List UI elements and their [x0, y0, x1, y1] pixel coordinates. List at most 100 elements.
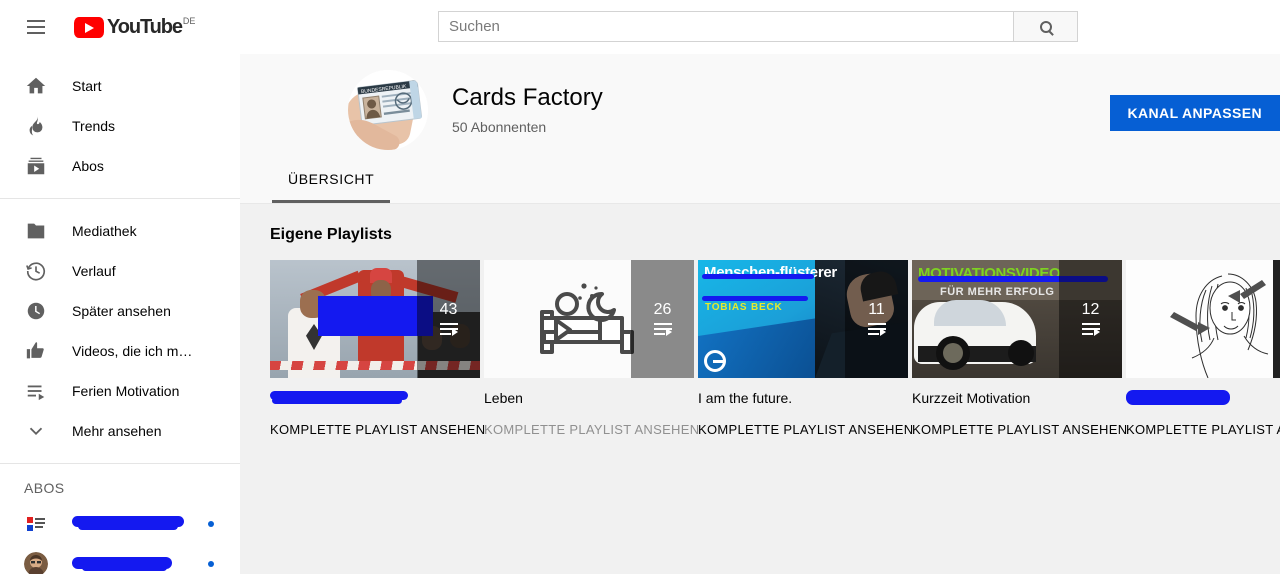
sidebar-item-start[interactable]: Start — [0, 66, 240, 106]
playlist-count-overlay — [1273, 260, 1280, 378]
playlist-video-count: 11 — [868, 301, 885, 318]
playlist-icon — [867, 323, 886, 336]
tab-uebersicht[interactable]: ÜBERSICHT — [272, 156, 391, 203]
playlist-card: KOMPLETTE PLAYLIST ANS — [1126, 260, 1280, 437]
view-full-playlist-link[interactable]: KOMPLETTE PLAYLIST ANS — [1126, 422, 1280, 437]
thumbs-up-icon — [24, 339, 48, 363]
youtube-logo-country: DE — [182, 16, 196, 26]
main-content: BUNDESREPUBLIK Cards Factory 50 Abonnent… — [240, 54, 1280, 574]
youtube-logo[interactable]: YouTube DE — [74, 14, 195, 40]
view-full-playlist-link[interactable]: KOMPLETTE PLAYLIST ANSEHEN — [912, 422, 1127, 437]
sidebar-item-mehr-ansehen[interactable]: Mehr ansehen — [0, 411, 240, 451]
playlist-video-count: 26 — [653, 301, 672, 318]
view-full-playlist-link[interactable]: KOMPLETTE PLAYLIST ANSEHEN — [698, 422, 913, 437]
flame-icon — [24, 114, 48, 138]
playlist-title[interactable]: I am the future. — [698, 390, 912, 408]
playlist-count-overlay: 11 — [845, 260, 908, 378]
sidebar-item-spaeter-ansehen[interactable]: Später ansehen — [0, 291, 240, 331]
search-input[interactable] — [438, 11, 1013, 42]
youtube-play-icon — [74, 17, 104, 38]
sidebar-item-abos[interactable]: Abos — [0, 146, 240, 186]
new-content-dot — [208, 521, 214, 527]
youtube-logo-text: YouTube — [107, 16, 183, 38]
sidebar: Start Trends Abos Mediathek Verlauf Spät… — [0, 54, 240, 574]
playlist-icon — [24, 379, 48, 403]
home-icon — [24, 74, 48, 98]
hamburger-bar — [27, 20, 45, 22]
redaction-mark — [318, 296, 433, 336]
view-full-playlist-link[interactable]: KOMPLETTE PLAYLIST ANSEHEN — [484, 422, 699, 437]
search-icon — [1039, 20, 1052, 33]
playlist-thumbnail[interactable]: Menschen-flüsterer TOBIAS BECK 11 — [698, 260, 908, 378]
sidebar-label: Mehr ansehen — [72, 423, 162, 439]
clock-icon — [24, 299, 48, 323]
history-icon — [24, 259, 48, 283]
page-title: Cards Factory — [452, 84, 603, 111]
redaction-mark — [702, 274, 814, 279]
redaction-mark — [702, 296, 808, 301]
sidebar-label: Mediathek — [72, 223, 137, 239]
new-content-dot — [208, 561, 214, 567]
sidebar-label: Ferien Motivation — [72, 383, 180, 399]
thumbnail-artwork — [1126, 260, 1280, 378]
sidebar-label: Trends — [72, 118, 116, 134]
playlist-thumbnail[interactable] — [1126, 260, 1280, 378]
folder-icon — [24, 219, 48, 243]
search-button[interactable] — [1013, 11, 1078, 42]
sidebar-label: Später ansehen — [72, 303, 171, 319]
playlist-title[interactable] — [1126, 390, 1280, 408]
sidebar-item-verlauf[interactable]: Verlauf — [0, 251, 240, 291]
hamburger-bar — [27, 32, 45, 34]
redaction-mark — [272, 397, 402, 404]
sidebar-item-videos-die-ich-mag[interactable]: Videos, die ich m… — [0, 331, 240, 371]
sidebar-primary-section: Start Trends Abos — [0, 54, 240, 198]
sidebar-label: Verlauf — [72, 263, 116, 279]
channel-header: BUNDESREPUBLIK Cards Factory 50 Abonnent… — [240, 54, 1280, 204]
avatar — [24, 512, 48, 536]
view-full-playlist-link[interactable]: KOMPLETTE PLAYLIST ANSEHEN — [270, 422, 485, 437]
shelf-title: Eigene Playlists — [270, 226, 392, 243]
thumbnail-subtitle: FÜR MEHR ERFOLG — [940, 286, 1055, 298]
channel-tabs: ÜBERSICHT — [240, 156, 391, 203]
sidebar-subscription-item[interactable] — [0, 544, 240, 574]
playlist-card: Menschen-flüsterer TOBIAS BECK 11 I am t… — [698, 260, 913, 437]
playlist-thumbnail[interactable]: 26 — [484, 260, 694, 378]
redaction-mark — [82, 564, 167, 571]
playlist-card: MOTIVATIONSVIDEO FÜR MEHR ERFOLG 12 Kurz… — [912, 260, 1127, 437]
playlists-shelf: Eigene Playlists 43 KOMPLETTE PLAYLIST A… — [240, 204, 1280, 437]
playlist-title[interactable]: Leben — [484, 390, 698, 408]
customize-channel-button[interactable]: KANAL ANPASSEN — [1109, 95, 1280, 131]
sidebar-label: Start — [72, 78, 102, 94]
playlist-icon — [653, 323, 672, 336]
top-bar: YouTube DE — [0, 0, 1280, 54]
sidebar-item-mediathek[interactable]: Mediathek — [0, 211, 240, 251]
sidebar-subscription-label — [72, 555, 202, 573]
playlist-count-overlay: 26 — [631, 260, 694, 378]
chevron-down-icon — [24, 419, 48, 443]
playlist-icon — [439, 323, 458, 336]
playlist-card-list: 43 KOMPLETTE PLAYLIST ANSEHEN 26 Leben K… — [270, 260, 1280, 437]
sidebar-item-ferien-motivation[interactable]: Ferien Motivation — [0, 371, 240, 411]
subscriptions-icon — [24, 154, 48, 178]
playlist-title[interactable] — [270, 390, 484, 408]
search-area — [438, 11, 1078, 42]
playlist-card: 43 KOMPLETTE PLAYLIST ANSEHEN — [270, 260, 485, 437]
playlist-icon — [1081, 323, 1100, 336]
sidebar-abos-heading: ABOS — [24, 480, 65, 496]
playlist-thumbnail[interactable]: MOTIVATIONSVIDEO FÜR MEHR ERFOLG 12 — [912, 260, 1122, 378]
playlist-video-count: 43 — [439, 301, 458, 318]
sidebar-subscription-label — [72, 515, 202, 533]
sidebar-subscription-item[interactable] — [0, 504, 240, 544]
avatar[interactable]: BUNDESREPUBLIK — [348, 70, 428, 150]
sidebar-secondary-section: Mediathek Verlauf Später ansehen Videos,… — [0, 199, 240, 463]
playlist-title[interactable]: Kurzzeit Motivation — [912, 390, 1126, 408]
avatar — [24, 552, 48, 574]
sidebar-item-trends[interactable]: Trends — [0, 106, 240, 146]
subscriber-count: 50 Abonnenten — [452, 119, 547, 135]
hamburger-menu-icon[interactable] — [16, 7, 56, 47]
redaction-mark — [78, 522, 178, 530]
thumbnail-subtitle: TOBIAS BECK — [705, 302, 783, 313]
playlist-thumbnail[interactable]: 43 — [270, 260, 480, 378]
playlist-video-count: 12 — [1081, 301, 1100, 318]
redaction-mark — [1126, 390, 1230, 405]
